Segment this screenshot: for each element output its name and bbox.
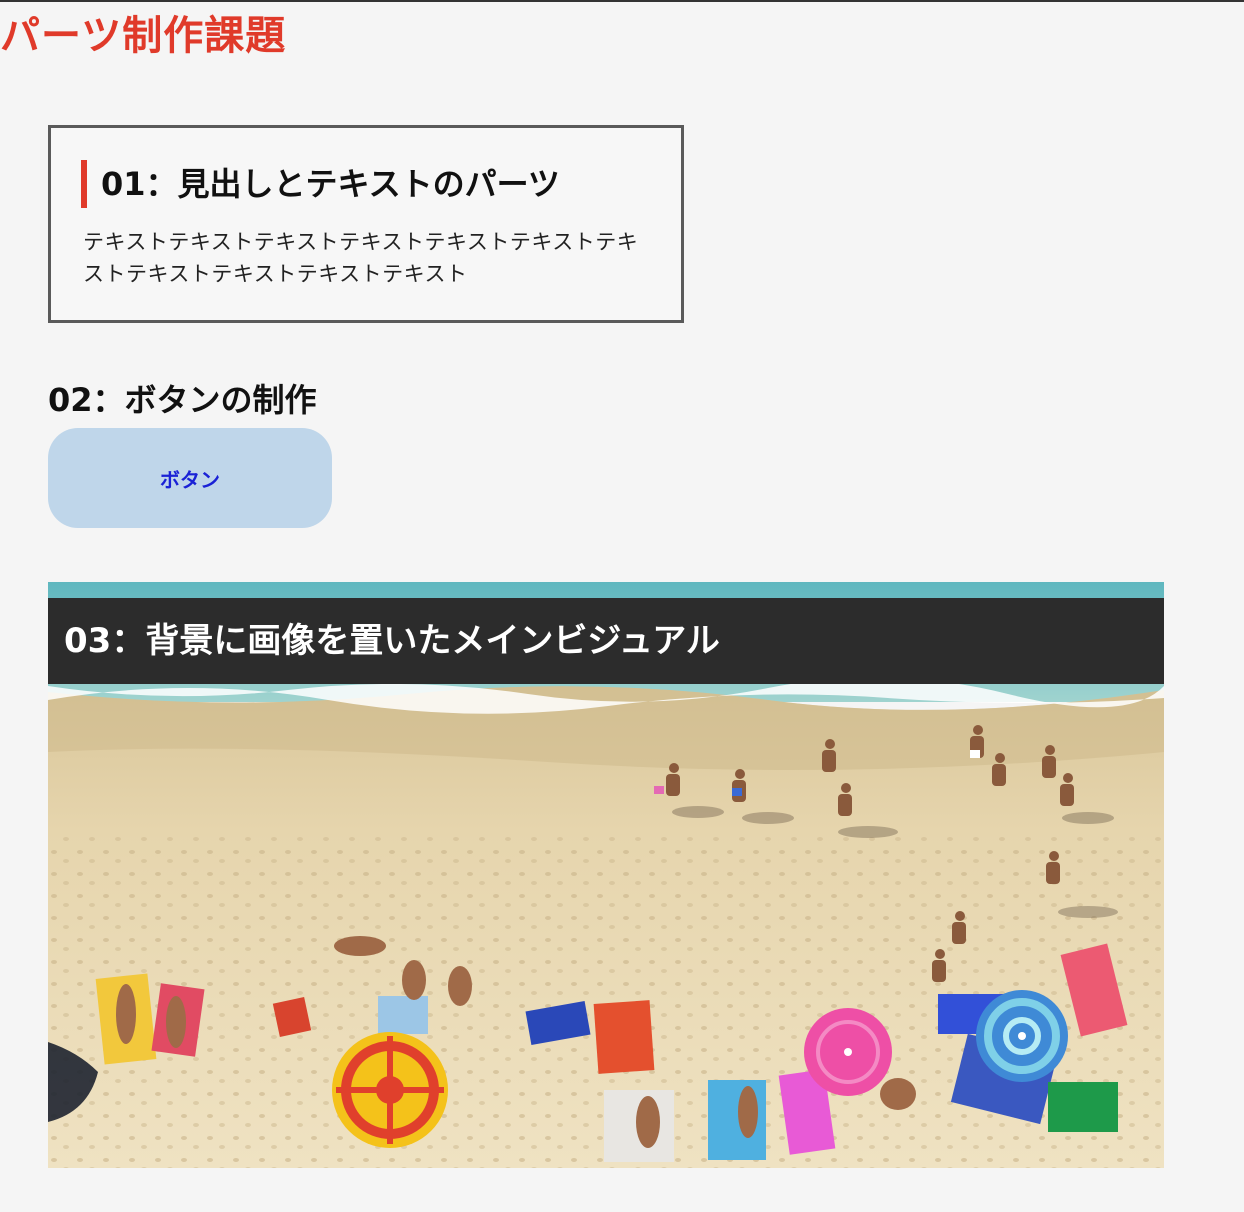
main-visual-heading: 03：背景に画像を置いたメインビジュアル <box>64 621 720 661</box>
main-visual: 03：背景に画像を置いたメインビジュアル <box>48 582 1164 1168</box>
main-button[interactable]: ボタン <box>48 428 332 528</box>
page-title: パーツ制作課題 <box>0 13 287 59</box>
card-heading: 01：見出しとテキストのパーツ <box>81 160 560 208</box>
heading-text-card: 01：見出しとテキストのパーツ テキストテキストテキストテキストテキストテキスト… <box>48 125 684 323</box>
button-section-heading: 02：ボタンの制作 <box>48 381 317 419</box>
top-border-line <box>0 0 1244 2</box>
card-body-text: テキストテキストテキストテキストテキストテキストテキストテキストテキストテキスト… <box>83 230 639 286</box>
